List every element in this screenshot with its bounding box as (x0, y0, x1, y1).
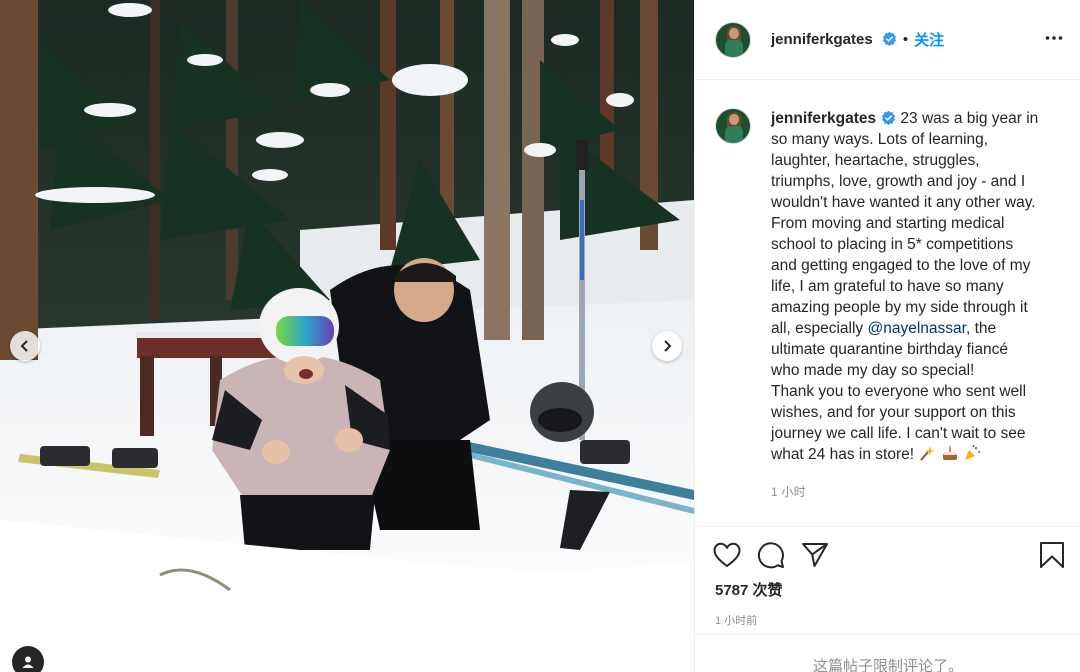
caption-line: laughter, heartache, struggles, (771, 152, 980, 169)
more-options-icon[interactable] (1044, 28, 1064, 48)
caption-line: journey we call life. I can't wait to se… (771, 425, 1026, 442)
heart-icon (713, 542, 741, 568)
caption-line: Thank you to everyone who sent well (771, 383, 1027, 400)
caption-username[interactable]: jenniferkgates (771, 110, 876, 127)
caption: jenniferkgates 23 was a big year in so m… (771, 108, 1060, 527)
save-button[interactable] (1039, 541, 1065, 574)
comment-button[interactable] (757, 541, 785, 569)
cake-emoji (942, 445, 957, 460)
chevron-left-icon (20, 340, 28, 352)
post-timestamp[interactable]: 1 小时前 (695, 612, 1080, 628)
separator-dot: • (902, 31, 909, 48)
username-text[interactable]: jenniferkgates (771, 31, 873, 48)
like-button[interactable] (713, 542, 741, 568)
header-username[interactable]: jenniferkgates (771, 31, 897, 48)
caption-timestamp: 1 小时 (771, 485, 806, 499)
user-tag-icon (22, 656, 34, 668)
caption-line: wouldn't have wanted it any other way. (771, 194, 1036, 211)
bookmark-icon (1040, 542, 1064, 568)
comment-icon (757, 542, 784, 569)
tagged-users-button[interactable] (12, 646, 44, 672)
caption-line: 23 was a big year in (900, 110, 1039, 127)
caption-line: what 24 has in store! (771, 446, 919, 463)
caption-avatar[interactable] (715, 108, 751, 144)
follow-button[interactable]: 关注 (914, 29, 944, 50)
caption-line: , the (965, 320, 997, 337)
paper-plane-icon (802, 543, 828, 567)
caption-line: life, I am grateful to have so many (771, 278, 1004, 295)
caption-line: ultimate quarantine birthday fiancé (771, 341, 1008, 358)
sparkler-emoji (920, 446, 936, 461)
action-bar (695, 527, 1080, 583)
verified-badge-icon (882, 31, 896, 46)
caption-line: triumphs, love, growth and joy - and I (771, 173, 1026, 190)
previous-photo-button[interactable] (10, 331, 40, 361)
avatar[interactable] (715, 21, 751, 58)
next-photo-button[interactable] (652, 331, 682, 361)
party-popper-emoji (964, 444, 981, 460)
caption-line: who made my day so special! (771, 362, 975, 379)
caption-line: From moving and starting medical (771, 215, 1005, 232)
post-actions: 5787 次赞 1 小时前 (695, 526, 1080, 628)
post-side-panel: jenniferkgates • 关注 jenniferkgates 23 wa… (694, 0, 1080, 672)
comments-limited-notice: 这篇帖子限制评论了。 (695, 634, 1080, 672)
share-button[interactable] (801, 542, 829, 568)
verified-badge-icon (882, 110, 896, 125)
caption-line: school to placing in 5* competitions (771, 236, 1014, 253)
post-header: jenniferkgates • 关注 (695, 0, 1080, 80)
caption-section: jenniferkgates 23 was a big year in so m… (695, 80, 1080, 527)
mention-link[interactable]: @nayelnassar (868, 320, 966, 337)
caption-line: all, especially (771, 320, 868, 337)
caption-line: amazing people by my side through it (771, 299, 1028, 316)
caption-line: and getting engaged to the love of my (771, 257, 1031, 274)
instagram-post: jenniferkgates • 关注 jenniferkgates 23 wa… (0, 0, 1080, 672)
caption-line: so many ways. Lots of learning, (771, 131, 989, 148)
caption-line: wishes, and for your support on this (771, 404, 1016, 421)
post-photo[interactable] (0, 0, 694, 672)
chevron-right-icon (664, 340, 672, 352)
snow-engagement-photo (0, 0, 694, 672)
